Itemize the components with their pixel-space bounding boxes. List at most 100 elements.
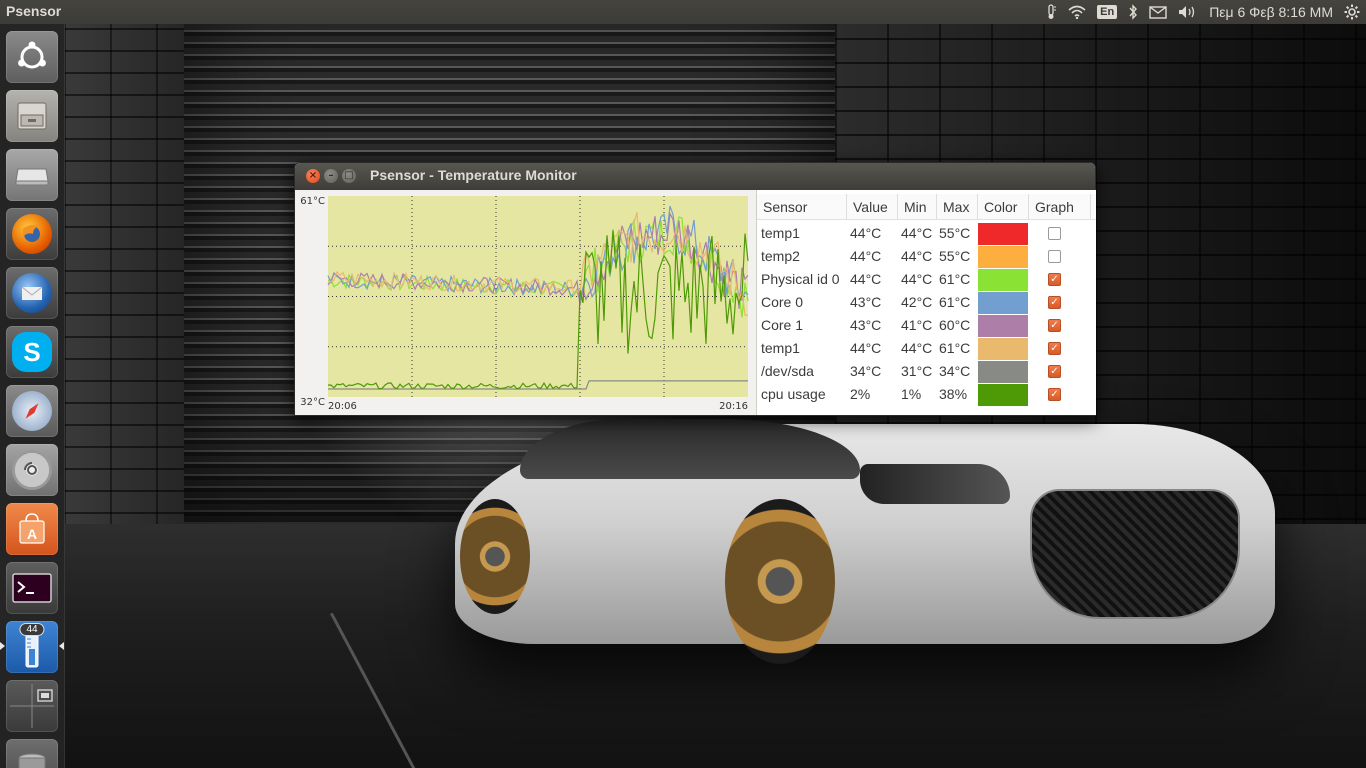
disk-launcher-button[interactable] [6,149,58,201]
sensor-row[interactable]: Physical id 0 44°C 44°C 61°C ✓ [757,268,1096,291]
checkmark-icon: ✓ [1050,296,1059,308]
sensor-name: temp1 [761,225,800,241]
workspace-switcher-icon [10,684,54,728]
terminal-launcher-button[interactable] [6,562,58,614]
mail-icon[interactable] [1149,5,1167,19]
sensor-min: 44°C [901,248,933,264]
workspace-switcher-button[interactable] [6,680,58,732]
volume-icon[interactable] [1178,5,1198,19]
sensor-max: 60°C [939,317,971,333]
sensor-row[interactable]: Core 0 43°C 42°C 61°C ✓ [757,291,1096,314]
car-front-wheel [725,499,835,664]
sensor-graph-checkbox[interactable]: ✓ [1048,365,1061,378]
maximize-icon: □ [344,170,354,181]
firefox-icon [12,214,52,254]
window-titlebar[interactable]: × – □ Psensor - Temperature Monitor [295,163,1095,190]
datetime-indicator[interactable]: Πεμ 6 Φεβ 8:16 ΜΜ [1209,4,1333,20]
file-cabinet-icon [17,102,47,130]
sensor-value: 44°C [850,225,882,241]
maximize-button[interactable]: □ [342,169,356,183]
sensor-table-header: Sensor Value Min Max Color Graph [757,194,1096,220]
close-button[interactable]: × [306,169,320,183]
column-header-graph[interactable]: Graph [1029,194,1091,220]
ubuntu-logo-icon [18,41,46,69]
software-center-launcher-button[interactable]: A [6,503,58,555]
sensor-color-swatch[interactable] [978,315,1028,337]
sensor-graph-checkbox[interactable]: ✓ [1048,319,1061,332]
gear-icon[interactable] [1344,4,1360,20]
keyboard-layout-indicator[interactable]: En [1097,5,1118,19]
bluetooth-icon[interactable] [1128,4,1138,20]
disk-utility-launcher-button[interactable] [6,444,58,496]
minimize-button[interactable]: – [324,169,338,183]
wifi-icon[interactable] [1068,5,1086,19]
skype-launcher-button[interactable]: S [6,326,58,378]
sensor-min: 44°C [901,340,933,356]
sensor-min: 41°C [901,317,933,333]
sensor-color-swatch[interactable] [978,384,1028,406]
sensor-max: 61°C [939,271,971,287]
dash-home-button[interactable] [6,31,58,83]
y-axis-max-label: 61°C [300,196,325,207]
sensor-value: 34°C [850,363,882,379]
sensor-value: 44°C [850,271,882,287]
minimize-icon: – [328,170,334,181]
sensor-graph-checkbox[interactable]: ✓ [1048,388,1061,401]
firefox-launcher-button[interactable] [6,208,58,260]
sensor-row[interactable]: temp1 44°C 44°C 55°C [757,222,1096,245]
sensor-table: Sensor Value Min Max Color Graph temp1 44… [756,190,1096,415]
sensor-max: 38% [939,386,968,402]
sensor-graph-checkbox[interactable]: ✓ [1048,273,1061,286]
checkmark-icon: ✓ [1050,342,1059,354]
column-header-max[interactable]: Max [937,194,978,220]
psensor-launcher-button[interactable]: 44 [6,621,58,673]
sensor-name: /dev/sda [761,363,814,379]
psensor-count-badge: 44 [19,623,45,636]
browser-launcher-button[interactable] [6,385,58,437]
active-app-title: Psensor [6,3,62,19]
compass-icon [12,391,52,431]
car-rear-wheel [460,499,530,614]
files-launcher-button[interactable] [6,90,58,142]
sensor-value: 43°C [850,317,882,333]
window-title: Psensor - Temperature Monitor [370,167,577,183]
sensor-graph-checkbox[interactable]: ✓ [1048,342,1061,355]
sensor-color-swatch[interactable] [978,223,1028,245]
thermometer-icon[interactable] [1045,4,1057,20]
indicator-area: En Πεμ 6 Φεβ 8:16 ΜΜ [1045,0,1360,24]
sensor-graph-checkbox[interactable]: ✓ [1048,296,1061,309]
sensor-color-swatch[interactable] [978,246,1028,268]
skype-icon: S [12,332,52,372]
column-header-min[interactable]: Min [898,194,937,220]
column-header-value[interactable]: Value [847,194,898,220]
sensor-graph-checkbox[interactable] [1048,250,1061,263]
thunderbird-icon [12,273,52,313]
sensor-color-swatch[interactable] [978,361,1028,383]
sensor-graph-checkbox[interactable] [1048,227,1061,240]
sensor-min: 44°C [901,225,933,241]
sensor-min: 31°C [901,363,933,379]
sensor-name: cpu usage [761,386,826,402]
sensor-row[interactable]: Core 1 43°C 41°C 60°C ✓ [757,314,1096,337]
sensor-max: 55°C [939,225,971,241]
sensor-color-swatch[interactable] [978,292,1028,314]
sensor-row[interactable]: temp2 44°C 44°C 55°C [757,245,1096,268]
sensor-row[interactable]: cpu usage 2% 1% 38% ✓ [757,383,1096,406]
trash-launcher-button[interactable] [6,739,58,768]
sensor-min: 42°C [901,294,933,310]
sensor-name: Core 1 [761,317,804,333]
sensor-min: 1% [901,386,922,402]
sensor-row[interactable]: temp1 44°C 44°C 61°C ✓ [757,337,1096,360]
active-app-pip [0,642,5,650]
sensor-color-swatch[interactable] [978,338,1028,360]
thunderbird-launcher-button[interactable] [6,267,58,319]
sensor-row[interactable]: /dev/sda 34°C 31°C 34°C ✓ [757,360,1096,383]
column-header-sensor[interactable]: Sensor [757,194,847,220]
sensor-value: 43°C [850,294,882,310]
sensor-color-swatch[interactable] [978,269,1028,291]
checkmark-icon: ✓ [1050,365,1059,377]
terminal-icon [12,573,52,603]
focused-app-pip [59,642,64,650]
launcher: S A 44 [0,24,65,768]
column-header-color[interactable]: Color [978,194,1029,220]
